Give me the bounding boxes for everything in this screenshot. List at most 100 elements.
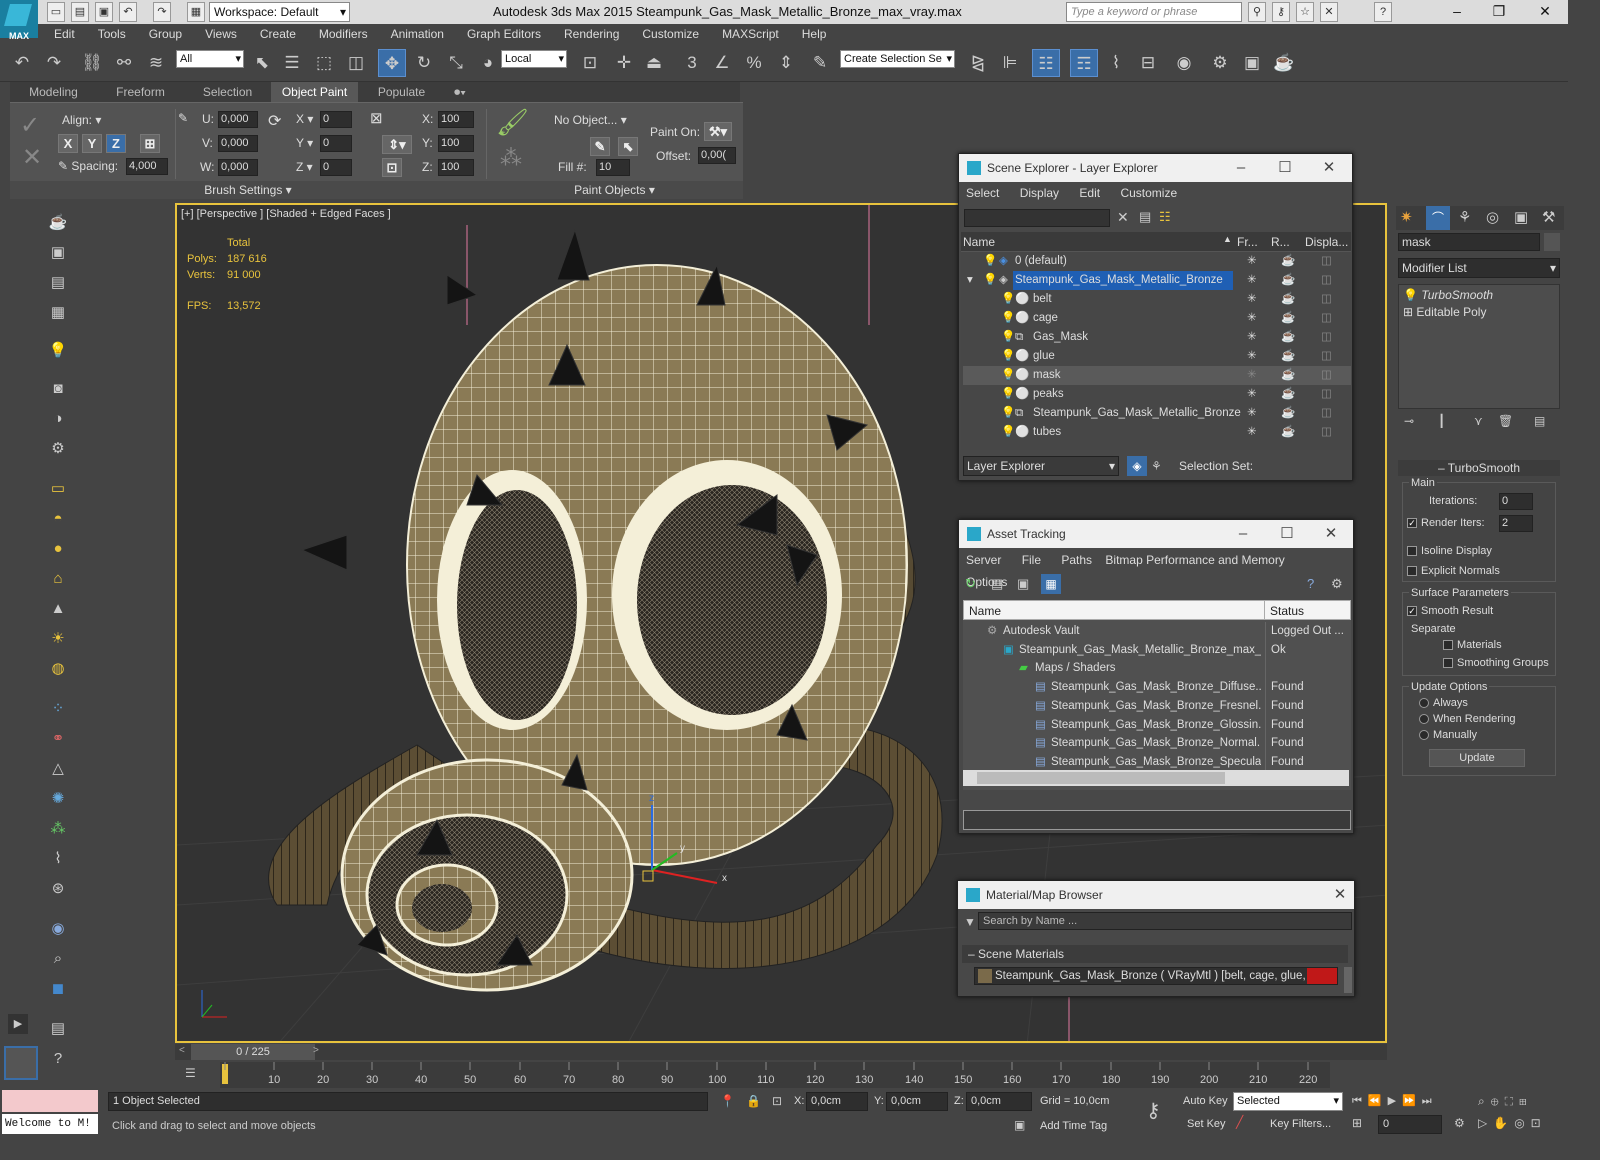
display-tab-icon[interactable]: ▣ (1514, 208, 1528, 226)
key-icon[interactable]: ⚷ (1146, 1098, 1161, 1123)
go-to-end-icon[interactable]: ⏭ (1422, 1095, 1438, 1107)
menu-file[interactable]: File (1022, 553, 1041, 567)
asset-row[interactable]: ▣ Steampunk_Gas_Mask_Metallic_Bronze_max_… (965, 640, 1351, 660)
tree-row[interactable]: 💡 ⚪ mask ✳ ☕ ◫ (963, 366, 1351, 385)
render-teapot-icon[interactable]: ☕ (1281, 385, 1295, 404)
display-icon[interactable]: ◫ (1321, 309, 1332, 328)
material-browser-titlebar[interactable]: Material/Map Browser ✕ (958, 881, 1354, 909)
render-teapot-icon[interactable]: ☕ (1281, 366, 1295, 385)
snap-toggle-icon[interactable]: 3 (678, 49, 706, 77)
display-icon[interactable]: ◫ (1321, 347, 1332, 366)
select-and-move-icon[interactable]: ✥ (378, 49, 406, 77)
display-icon[interactable]: ◫ (1321, 366, 1332, 385)
particles-icon[interactable]: ⁘ (46, 698, 70, 720)
light-bulb-icon[interactable]: 💡 (1001, 290, 1015, 309)
tree-row[interactable]: ▾ 💡 ◈ Steampunk_Gas_Mask_Metallic_Bronze ✳ ☕… (963, 271, 1351, 290)
col-freeze[interactable]: Fr... (1237, 235, 1258, 249)
render-teapot-icon[interactable]: ☕ (1281, 290, 1295, 309)
tree-row[interactable]: 💡 ⚪ tubes ✳ ☕ ◫ (963, 423, 1351, 442)
ribbon-options-icon[interactable]: ⏺▾ (445, 82, 475, 102)
track-bar[interactable]: 10 20 30 40 50 60 70 80 90 100 110 120 1… (220, 1062, 1330, 1088)
key-mode-dropdown[interactable]: Selected ▾ (1233, 1092, 1343, 1111)
modifier-list-dropdown[interactable]: Modifier List ▾ (1398, 258, 1560, 278)
minimize-icon[interactable]: – (1219, 154, 1263, 182)
v-spinner[interactable]: 0,000 (218, 135, 258, 152)
binoculars-icon[interactable]: ⚲ (1248, 2, 1266, 22)
maximize-icon[interactable]: ☐ (1265, 520, 1309, 548)
select-and-place-icon[interactable]: ◕ (474, 49, 502, 77)
edit-list-icon[interactable]: ⬉ (618, 137, 638, 156)
paint-on-dropdown[interactable]: ⚒▾ (704, 122, 732, 141)
modify-tab-icon[interactable]: ⌒ (1426, 206, 1450, 230)
close-window-icon[interactable]: ✕ (1522, 0, 1568, 24)
fill-spinner[interactable]: 10 (596, 159, 630, 176)
tree-row[interactable]: 💡 ⚪ glue ✳ ☕ ◫ (963, 347, 1351, 366)
shell-icon[interactable]: ⊛ (46, 878, 70, 900)
teapot-icon[interactable]: ☕ (46, 212, 70, 234)
viewport-label[interactable]: [+] [Perspective ] [Shaded + Edged Faces… (181, 208, 391, 220)
field-of-view-icon[interactable]: ▷ (1478, 1116, 1493, 1130)
sun-icon[interactable]: ☀ (46, 628, 70, 650)
menu-modifiers[interactable]: Modifiers (319, 27, 368, 41)
disc-icon[interactable]: ◍ (46, 658, 70, 680)
thumbnail-view-icon[interactable]: ▣ (1017, 576, 1029, 592)
menu-maxscript[interactable]: MAXScript (722, 27, 779, 41)
time-slider[interactable]: < 0 / 225 > (175, 1044, 1387, 1060)
freeze-icon[interactable]: ✳ (1247, 309, 1257, 328)
key-icon[interactable]: ⚷ (1272, 2, 1290, 22)
layer-options-icon[interactable]: ☷ (1159, 209, 1171, 225)
menu-server[interactable]: Server (966, 553, 1001, 567)
display-icon[interactable]: ◫ (1321, 252, 1332, 271)
sphere-icon[interactable]: ● (46, 538, 70, 560)
open-file-icon[interactable]: ▤ (71, 2, 89, 22)
display-icon[interactable]: ◫ (1321, 423, 1332, 442)
maxscript-listener-top[interactable] (2, 1090, 98, 1112)
tree-row[interactable]: 💡 ⧉ Steampunk_Gas_Mask_Metallic_Bronze ✳ ☕ ◫ (963, 404, 1351, 423)
new-file-icon[interactable]: ▭ (47, 2, 65, 22)
pin-stack-icon[interactable]: ⊸ (1404, 414, 1414, 428)
axis-x-button[interactable]: X (58, 134, 78, 153)
absolute-mode-icon[interactable]: ⊡ (772, 1094, 782, 1108)
material-search-input[interactable]: Search by Name ... (978, 912, 1352, 930)
selection-filter-dropdown[interactable]: All ▾ (176, 50, 244, 68)
time-slider-thumb[interactable]: 0 / 225 (191, 1044, 315, 1060)
zoom-all-icon[interactable]: ⊕ (1491, 1094, 1505, 1108)
col-name[interactable]: Name (969, 604, 1001, 618)
maximize-icon[interactable]: ☐ (1263, 154, 1307, 182)
light-bulb-icon[interactable]: 💡 (983, 252, 997, 271)
light-bulb-icon[interactable]: 💡 (1001, 423, 1015, 442)
paint-objects-footer[interactable]: Paint Objects ▾ (486, 181, 743, 199)
create-tab-icon[interactable]: ✷ (1400, 208, 1413, 226)
update-button[interactable]: Update (1429, 749, 1525, 767)
menu-paths[interactable]: Paths (1061, 553, 1092, 567)
align-label[interactable]: Align: ▾ (62, 113, 101, 127)
offset-spinner[interactable]: 0,00( (698, 147, 736, 164)
refresh-icon[interactable]: ↻ (965, 576, 976, 592)
menu-views[interactable]: Views (205, 27, 237, 41)
menu-select[interactable]: Select (966, 186, 999, 200)
horizontal-scrollbar[interactable] (963, 770, 1349, 786)
light-bulb-icon[interactable]: 💡 (1001, 347, 1015, 366)
render-teapot-icon[interactable]: ☕ (1281, 328, 1295, 347)
paint-brush-icon[interactable]: ✎ (178, 111, 188, 125)
select-and-scale-icon[interactable]: ⤡ (442, 49, 470, 77)
asset-row[interactable]: ⚙ Autodesk Vault Logged Out ... (965, 622, 1351, 641)
scrollbar-thumb[interactable] (977, 772, 1225, 784)
glass-sphere-icon[interactable]: ◉ (46, 918, 70, 940)
asset-row[interactable]: ▤ Steampunk_Gas_Mask_Bronze_Diffuse.... Fo… (965, 678, 1351, 698)
scale-x-spinner[interactable]: 100 (438, 111, 474, 128)
z-rotation-spinner[interactable]: 0 (320, 159, 352, 176)
table-icon[interactable]: ▦ (46, 302, 70, 324)
menu-edit[interactable]: Edit (1079, 186, 1100, 200)
angle-snap-icon[interactable]: ∠ (708, 49, 736, 77)
freeze-icon[interactable]: ✳ (1247, 290, 1257, 309)
next-frame-icon[interactable]: ⏩ (1402, 1095, 1422, 1107)
menu-customize[interactable]: Customize (1120, 186, 1177, 200)
track-view-toggle-icon[interactable]: ☰ (185, 1066, 196, 1080)
toggle-layer-explorer-icon[interactable]: ☶ (1070, 49, 1098, 77)
cage-icon[interactable]: ⌂ (46, 568, 70, 590)
render-icon[interactable]: ▣ (46, 242, 70, 264)
app-logo[interactable]: MAX (0, 0, 38, 41)
rotate-icon[interactable]: ⟳ (268, 111, 281, 131)
spacing-spinner[interactable]: 4,000 (126, 158, 168, 175)
